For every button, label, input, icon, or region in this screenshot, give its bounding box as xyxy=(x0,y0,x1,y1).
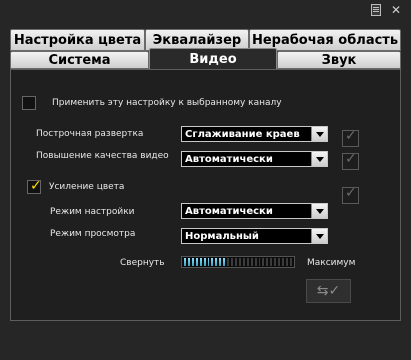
color-level-slider[interactable] xyxy=(181,256,295,268)
color-boost-checkbox[interactable]: ✓ xyxy=(27,178,42,194)
window-controls: ✕ xyxy=(370,4,401,16)
tab-color-settings[interactable]: Настройка цвета xyxy=(10,29,145,51)
enhance-video-label: Повышение качества видео xyxy=(36,151,169,161)
meter-segment xyxy=(215,258,218,266)
chevron-down-icon[interactable] xyxy=(311,127,327,141)
meter-segment xyxy=(278,258,281,266)
color-boost-toggle[interactable]: ✓ xyxy=(342,185,359,204)
document-icon[interactable] xyxy=(370,4,381,16)
tab-sound[interactable]: Звук xyxy=(277,51,401,69)
close-icon[interactable]: ✕ xyxy=(391,4,401,16)
tab-label: Эквалайзер xyxy=(152,32,242,48)
deinterlace-value: Сглаживание краев xyxy=(185,128,300,140)
meter-segment xyxy=(219,258,222,266)
enhance-video-toggle[interactable]: ✓ xyxy=(342,151,359,170)
meter-segment xyxy=(258,258,261,266)
meter-segment xyxy=(250,258,253,266)
meter-segment xyxy=(234,258,237,266)
meter-segment xyxy=(195,258,198,266)
meter-segment xyxy=(211,258,214,266)
tab-label: Настройка цвета xyxy=(13,32,142,48)
meter-max-label: Максимум xyxy=(307,258,356,268)
tab-label: Видео xyxy=(189,52,237,67)
meter-segment xyxy=(223,258,226,266)
tab-video[interactable]: Видео xyxy=(149,48,277,70)
meter-segment xyxy=(274,258,277,266)
meter-segment xyxy=(285,258,288,266)
meter-segment xyxy=(266,258,269,266)
video-settings-window: ✕ Настройка цвета Эквалайзер Нерабочая о… xyxy=(0,0,411,360)
view-mode-label: Режим просмотра xyxy=(50,229,136,239)
deinterlace-label: Построчная развертка xyxy=(36,129,144,139)
checkmark-icon: ✓ xyxy=(345,151,357,167)
deinterlace-toggle[interactable]: ✓ xyxy=(342,128,359,147)
meter-segment xyxy=(187,258,190,266)
enhance-video-value: Автоматически xyxy=(185,153,273,165)
meter-segment xyxy=(199,258,202,266)
meter-segment xyxy=(184,258,186,266)
deinterlace-dropdown[interactable]: Сглаживание краев xyxy=(181,126,328,142)
tab-label: Звук xyxy=(321,52,357,68)
meter-segment xyxy=(207,258,210,266)
apply-channel-label: Применить эту настройку к выбранному кан… xyxy=(52,98,282,108)
meter-segment xyxy=(242,258,245,266)
meter-min-label: Свернуть xyxy=(120,258,165,268)
chevron-down-icon[interactable] xyxy=(311,229,327,243)
view-mode-value: Нормальный xyxy=(185,230,259,242)
meter-segment xyxy=(282,258,284,266)
color-boost-label: Усиление цвета xyxy=(49,182,125,192)
meter-segment xyxy=(231,258,233,266)
apply-channel-checkbox[interactable] xyxy=(22,96,36,110)
meter-segment xyxy=(203,258,206,266)
meter-segment xyxy=(191,258,194,266)
enhance-video-dropdown[interactable]: Автоматически xyxy=(181,151,328,167)
tab-label: Нерабочая область xyxy=(251,32,399,48)
meter-segment xyxy=(227,258,230,266)
meter-segment xyxy=(270,258,273,266)
meter-segment xyxy=(289,258,292,266)
meter-segment xyxy=(238,258,241,266)
tuning-mode-label: Режим настройки xyxy=(50,207,135,217)
apply-button[interactable]: ⇆✓ xyxy=(306,279,351,303)
checkmark-icon: ✓ xyxy=(345,185,357,201)
tuning-mode-value: Автоматически xyxy=(185,205,273,217)
chevron-down-icon[interactable] xyxy=(311,152,327,166)
view-mode-dropdown[interactable]: Нормальный xyxy=(181,228,328,244)
checkmark-icon: ✓ xyxy=(30,178,42,194)
tuning-mode-dropdown[interactable]: Автоматически xyxy=(181,203,328,219)
meter-segment xyxy=(254,258,257,266)
meter-segment xyxy=(262,258,265,266)
checkmark-icon: ✓ xyxy=(345,128,357,144)
tab-label: Система xyxy=(48,52,111,68)
apply-icon: ⇆✓ xyxy=(316,283,341,299)
chevron-down-icon[interactable] xyxy=(311,204,327,218)
tab-system[interactable]: Система xyxy=(10,51,149,69)
meter-segment xyxy=(246,258,249,266)
